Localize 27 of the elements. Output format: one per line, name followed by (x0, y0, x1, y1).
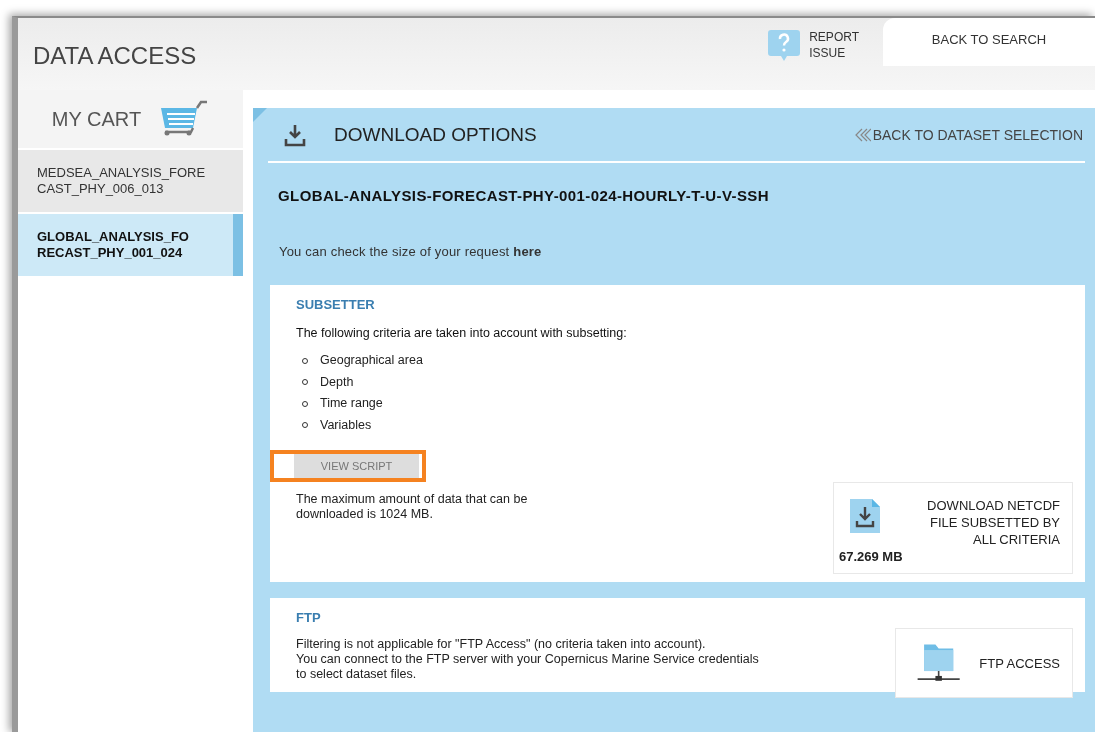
panel-title: DOWNLOAD OPTIONS (334, 123, 538, 146)
criterion-label: Time range (320, 395, 383, 412)
download-netcdf-button[interactable]: DOWNLOAD NETCDF FILE SUBSETTED BY ALL CRITERIA 67.269 MB (833, 482, 1073, 574)
question-bubble-icon (767, 28, 802, 62)
limit-note: The maximum amount of data that can be downloaded is 1024 MB. (296, 492, 528, 522)
download-icon (284, 122, 306, 147)
page-title: DATA ACCESS (33, 42, 198, 70)
back-to-dataset-link[interactable]: BACK TO DATASET SELECTION (854, 126, 1083, 143)
back-to-search-tab[interactable]: BACK TO SEARCH (883, 18, 1095, 66)
cart-item[interactable]: GLOBAL_ANALYSIS_FO RECAST_PHY_001_024 (18, 214, 243, 276)
criterion-label: Geographical area (320, 352, 423, 369)
cart-title: MY CART (51, 107, 142, 131)
corner-fold (253, 108, 267, 122)
ftp-access-button[interactable]: FTP ACCESS (895, 628, 1073, 698)
criterion-label: Variables (320, 416, 372, 434)
double-chevron-icon (854, 127, 871, 142)
cart-icon (159, 100, 210, 138)
section-heading: SUBSETTER (296, 297, 376, 312)
criteria-intro: The following criteria are taken into account with subsetting: (296, 326, 628, 340)
cart-item[interactable]: MEDSEA_ANALYSIS_FORE CAST_PHY_006_013 (18, 150, 243, 212)
ftp-note: Filtering is not applicable for "FTP Access" (no criteria taken into account). You can connect to the FTP server with your Copernicus Marine Service credentials to select dataset files. (296, 637, 759, 682)
section-heading: FTP (296, 610, 322, 625)
dataset-name: GLOBAL-ANALYSIS-FORECAST-PHY-001-024-HOURLY-T-U-V-SSH (278, 187, 770, 204)
file-download-icon (848, 497, 882, 535)
report-issue-button[interactable]: REPORT ISSUE (767, 28, 859, 62)
size-note: You can check the size of your request here (279, 244, 543, 259)
criterion-label: Depth (320, 373, 354, 391)
